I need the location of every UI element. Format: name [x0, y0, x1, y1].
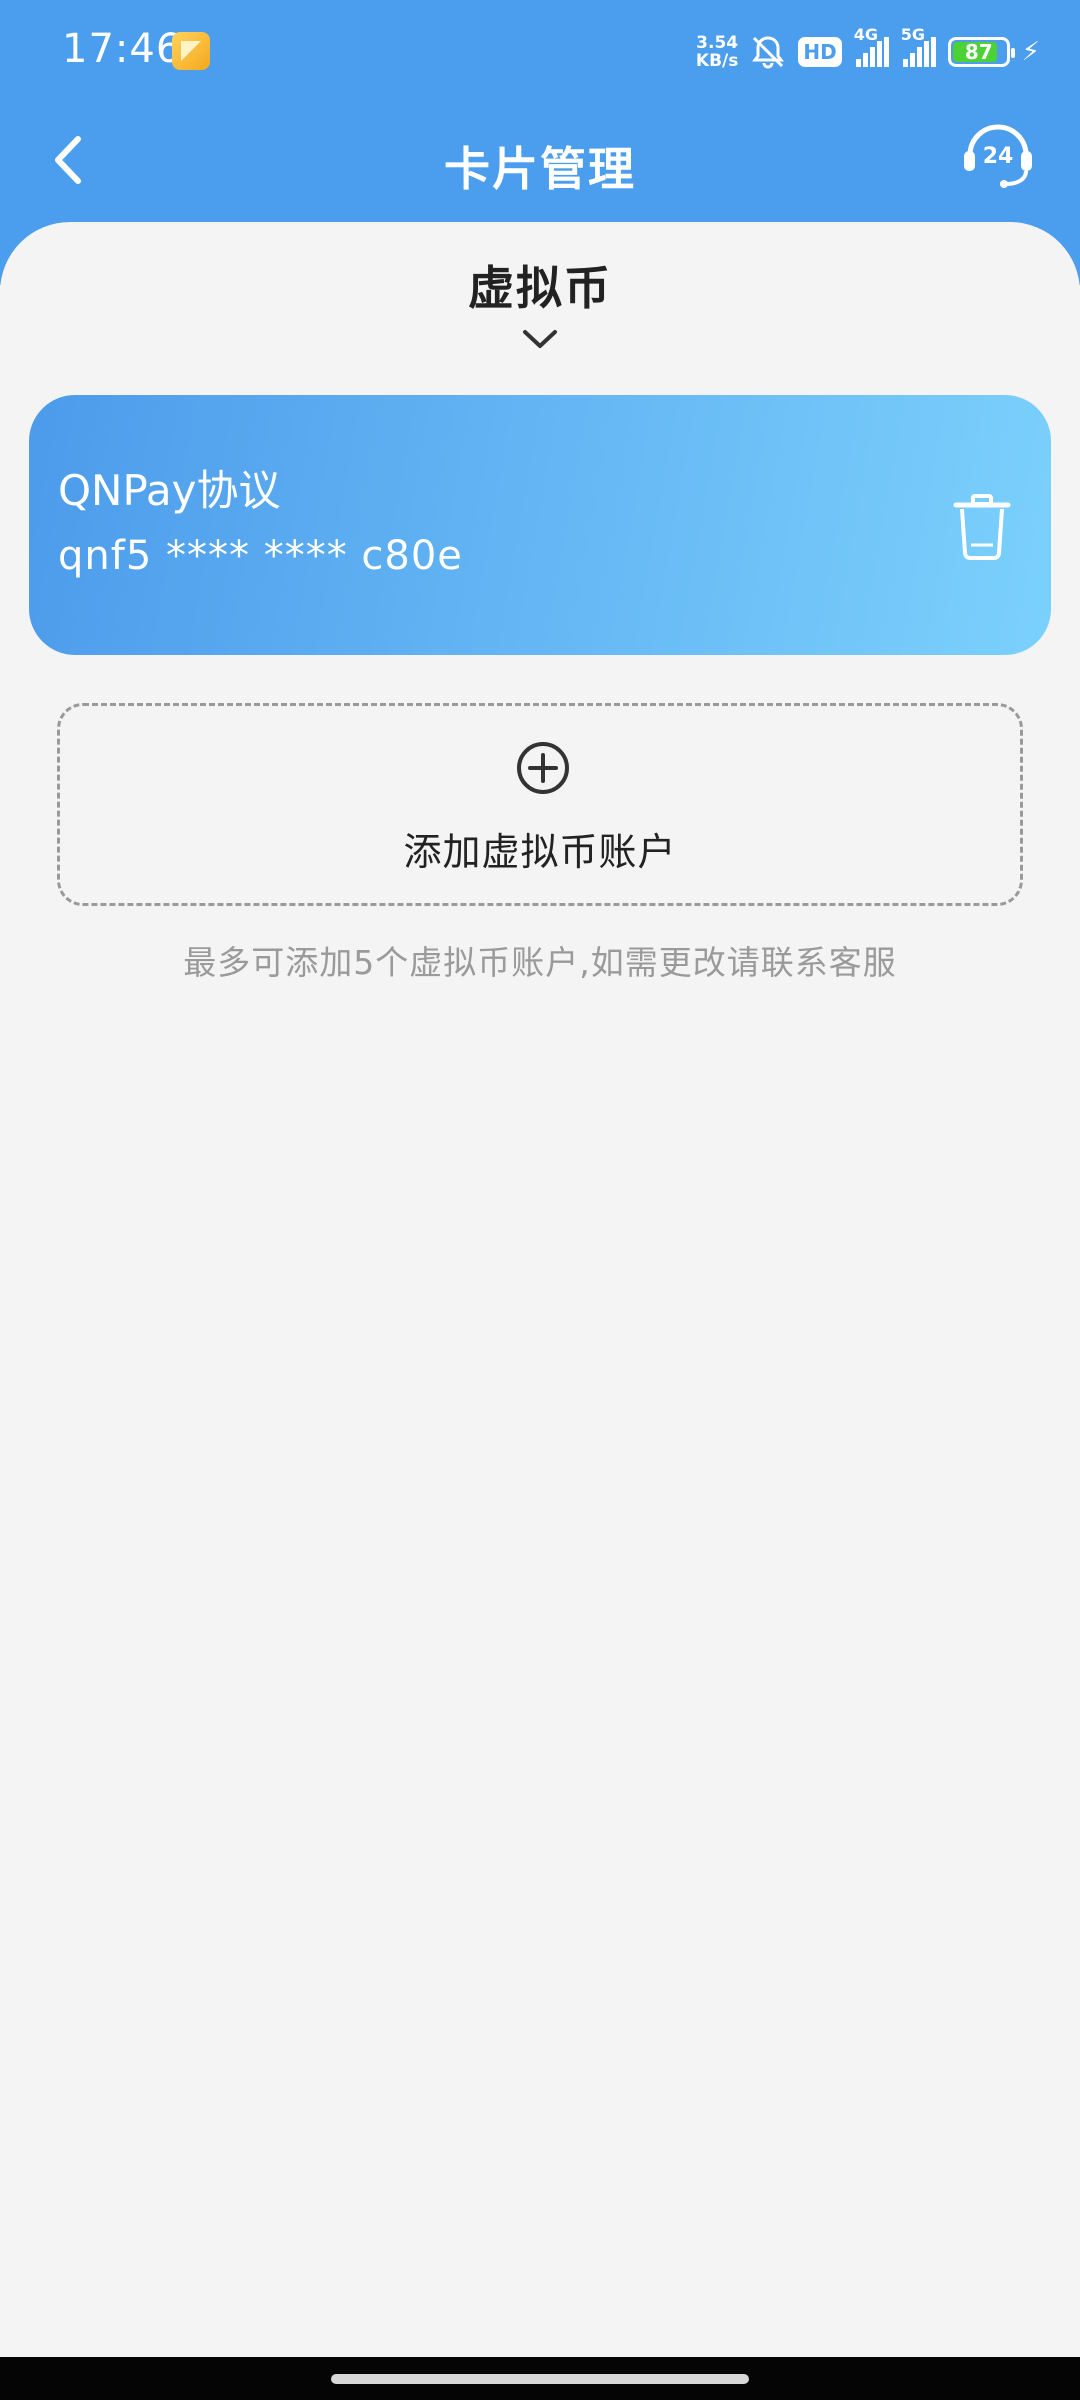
- support-badge-text: 24: [983, 144, 1014, 169]
- card-management-screen: 17:46 3.54 KB/s HD 4G 5G 87 ⚡ 卡片管理 24 虚拟…: [0, 0, 1080, 2400]
- signal-4g-label: 4G: [853, 25, 878, 44]
- signal-4g-icon: 4G: [854, 25, 889, 67]
- delete-account-button[interactable]: [951, 493, 1013, 561]
- charging-icon: ⚡: [1021, 37, 1040, 67]
- signal-5g-label: 5G: [900, 25, 925, 44]
- signal-5g-icon: 5G: [901, 25, 936, 67]
- status-indicators: 3.54 KB/s HD 4G 5G 87 ⚡: [696, 25, 1040, 74]
- status-time: 17:46: [62, 26, 183, 72]
- content-sheet: 虚拟币 QNPay协议 qnf5 **** **** c80e 添加虚拟币账户 …: [0, 222, 1080, 2357]
- home-indicator[interactable]: [331, 2374, 749, 2384]
- account-number: qnf5 **** **** c80e: [58, 533, 463, 579]
- network-speed-unit: KB/s: [695, 51, 739, 71]
- notification-app-icon: [172, 32, 210, 70]
- network-speed: 3.54 KB/s: [696, 34, 738, 70]
- battery-icon: 87: [947, 37, 1015, 67]
- hd-badge: HD: [798, 37, 842, 67]
- trash-icon: [953, 494, 1011, 560]
- crypto-account-card[interactable]: QNPay协议 qnf5 **** **** c80e: [29, 395, 1051, 655]
- chevron-down-icon: [523, 330, 557, 348]
- system-navigation-bar: [0, 2357, 1080, 2400]
- account-name: QNPay协议: [58, 466, 281, 515]
- battery-level: 87: [964, 40, 993, 64]
- currency-type-label: 虚拟币: [468, 261, 612, 315]
- add-crypto-account-button[interactable]: 添加虚拟币账户: [57, 703, 1023, 906]
- bell-muted-icon: [752, 36, 785, 69]
- account-limit-hint: 最多可添加5个虚拟币账户,如需更改请联系客服: [183, 943, 897, 982]
- customer-service-button[interactable]: 24: [958, 113, 1038, 193]
- headset-24-icon: 24: [964, 124, 1032, 188]
- add-account-label: 添加虚拟币账户: [403, 830, 677, 874]
- network-speed-value: 3.54: [696, 33, 739, 53]
- page-title: 卡片管理: [444, 142, 636, 196]
- status-bar: 17:46 3.54 KB/s HD 4G 5G 87 ⚡: [0, 0, 1080, 105]
- navigation-bar: 卡片管理 24: [0, 105, 1080, 225]
- currency-type-selector[interactable]: 虚拟币: [0, 252, 1080, 356]
- plus-circle-icon: [517, 742, 569, 794]
